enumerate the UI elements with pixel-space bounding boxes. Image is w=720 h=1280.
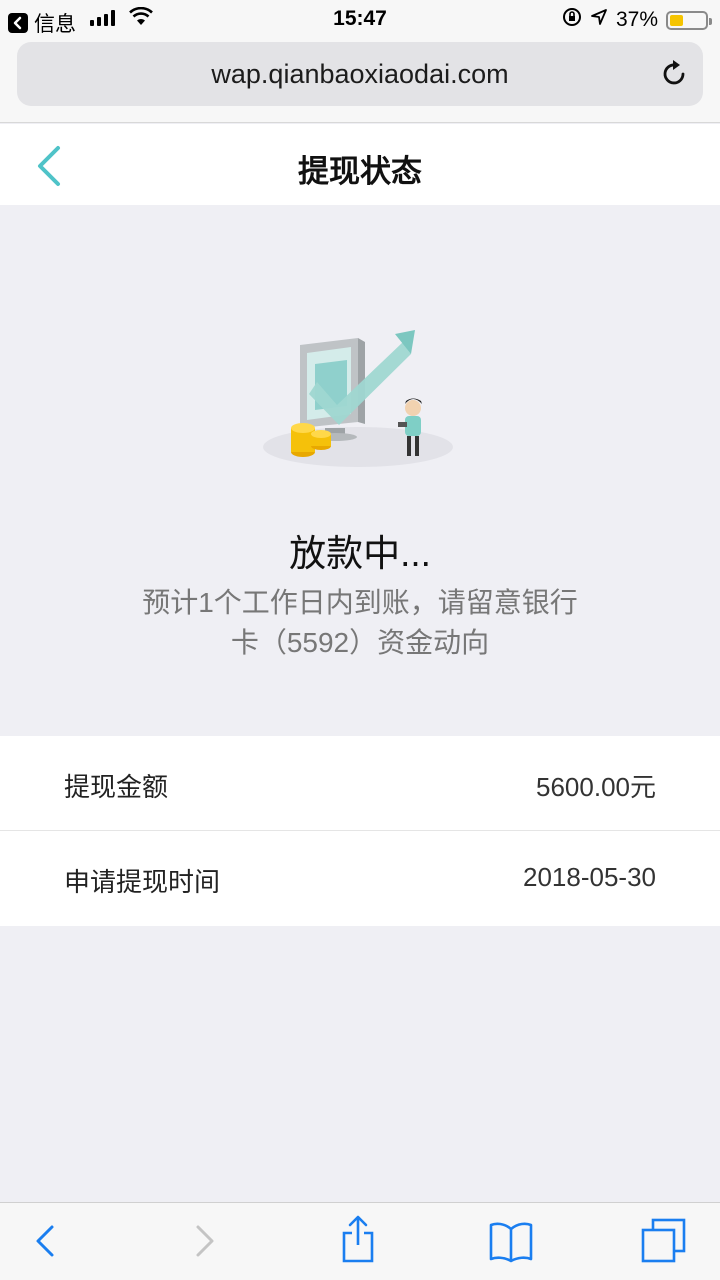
- detail-row-amount: 提现金额 5600.00元: [0, 736, 720, 831]
- amount-label: 提现金额: [64, 772, 169, 802]
- status-description-line1: 预计1个工作日内到账，请留意银行: [142, 587, 578, 618]
- location-icon: [590, 8, 608, 32]
- bookmarks-icon[interactable]: [488, 1219, 534, 1268]
- status-description-line2: 卡（5592）资金动向: [230, 627, 490, 658]
- address-bar[interactable]: wap.qianbaoxiaodai.com: [17, 42, 703, 106]
- share-icon[interactable]: [340, 1213, 376, 1270]
- loan-disbursing-illustration: [255, 330, 465, 475]
- reload-icon[interactable]: [661, 58, 689, 93]
- page-title: 提现状态: [298, 154, 422, 189]
- browser-back-icon[interactable]: [32, 1217, 58, 1270]
- browser-toolbar: [0, 1202, 720, 1280]
- status-bar: 信息 15:47 37%: [0, 0, 720, 38]
- status-description: 预计1个工作日内到账，请留意银行 卡（5592）资金动向: [110, 583, 610, 663]
- status-right: 37%: [562, 7, 712, 33]
- detail-row-apply-time: 申请提现时间 2018-05-30: [0, 831, 720, 926]
- screen: 信息 15:47 37% wap.qianbaoxiaodai.com 提现状态…: [0, 0, 720, 1280]
- withdraw-detail-list: 提现金额 5600.00元 申请提现时间 2018-05-30: [0, 736, 720, 926]
- battery-percent: 37%: [615, 8, 658, 31]
- apply-time-value: 2018-05-30: [523, 862, 656, 892]
- battery-fill: [670, 14, 683, 26]
- browser-address-area: wap.qianbaoxiaodai.com: [0, 38, 720, 123]
- amount-value: 5600.00元: [536, 772, 656, 802]
- url-text: wap.qianbaoxiaodai.com: [211, 59, 509, 89]
- app-header: 提现状态: [0, 124, 720, 205]
- apply-time-label: 申请提现时间: [64, 867, 221, 897]
- browser-forward-icon[interactable]: [192, 1217, 218, 1270]
- status-title: 放款中...: [289, 533, 431, 574]
- battery-icon: [666, 10, 712, 30]
- withdraw-status-section: 放款中... 预计1个工作日内到账，请留意银行 卡（5592）资金动向: [0, 205, 720, 736]
- tabs-icon[interactable]: [640, 1217, 688, 1270]
- orientation-lock-icon: [562, 7, 582, 33]
